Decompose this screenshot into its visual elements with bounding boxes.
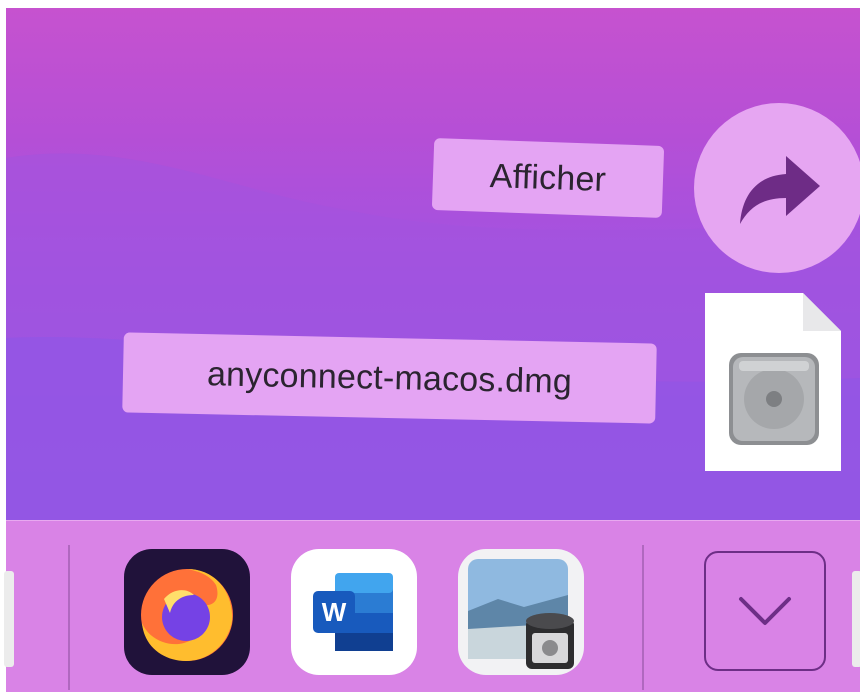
dock-separator-right: [642, 545, 644, 690]
show-in-finder-label[interactable]: Afficher: [431, 138, 665, 218]
dock: W: [4, 520, 860, 692]
svg-text:W: W: [322, 597, 347, 627]
show-in-finder-button[interactable]: [694, 103, 860, 273]
chevron-down-icon: [739, 597, 791, 625]
file-name-label[interactable]: anyconnect-macos.dmg: [122, 332, 657, 424]
firefox-app-icon[interactable]: [124, 549, 250, 675]
dock-partial-item-left[interactable]: [4, 571, 14, 667]
dock-partial-item-right[interactable]: [852, 571, 860, 667]
preview-app-icon[interactable]: [458, 549, 584, 675]
dmg-file-icon[interactable]: [703, 291, 843, 473]
word-app-icon[interactable]: W: [291, 549, 417, 675]
share-arrow-icon: [740, 156, 820, 224]
desktop-background: Afficher anyconnect-macos.dmg: [6, 8, 860, 520]
downloads-stack-button[interactable]: [704, 551, 826, 671]
dock-separator-left: [68, 545, 70, 690]
